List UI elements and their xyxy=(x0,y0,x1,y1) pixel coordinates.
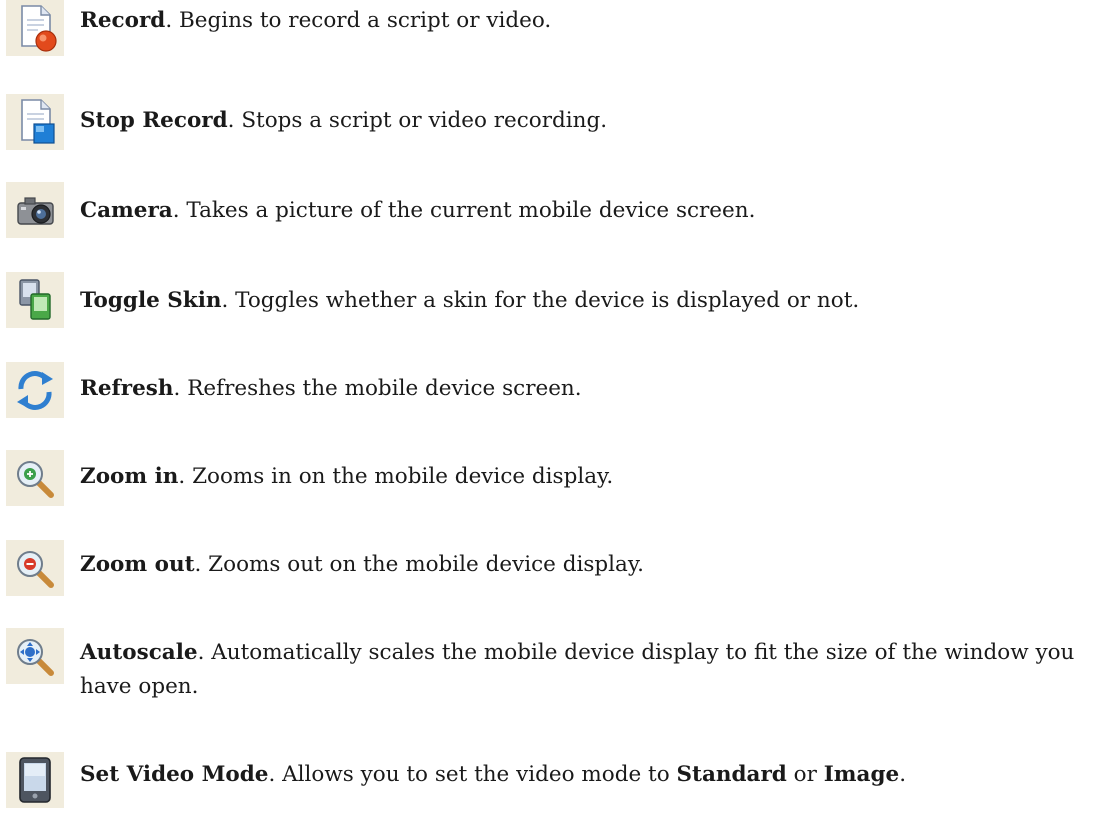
term-record: Record xyxy=(80,8,166,33)
camera-icon xyxy=(6,182,64,238)
toggle-skin-icon xyxy=(6,272,64,328)
term-zoom-out: Zoom out xyxy=(80,552,195,577)
desc-zoom-in: . Zooms in on the mobile device display. xyxy=(178,464,614,489)
term-refresh: Refresh xyxy=(80,376,174,401)
stop-record-icon xyxy=(6,94,64,150)
refresh-icon xyxy=(6,362,64,418)
zoom-out-icon xyxy=(6,540,64,596)
term-toggle-skin: Toggle Skin xyxy=(80,288,222,313)
term-autoscale: Autoscale xyxy=(80,640,198,665)
term-zoom-in: Zoom in xyxy=(80,464,179,489)
zoom-in-icon xyxy=(6,450,64,506)
option-image: Image xyxy=(823,762,900,787)
desc-set-video-mode: . Allows you to set the video mode to xyxy=(268,762,677,787)
desc-autoscale: . Automatically scales the mobile device… xyxy=(80,640,1075,699)
term-stop-record: Stop Record xyxy=(80,108,228,133)
option-standard: Standard xyxy=(676,762,787,787)
record-icon xyxy=(6,0,64,56)
desc-stop-record: . Stops a script or video recording. xyxy=(227,108,608,133)
desc-zoom-out: . Zooms out on the mobile device display… xyxy=(194,552,644,577)
desc-set-video-mode-end: . xyxy=(899,762,907,787)
desc-toggle-skin: . Toggles whether a skin for the device … xyxy=(221,288,860,313)
autoscale-icon xyxy=(6,628,64,684)
term-set-video-mode: Set Video Mode xyxy=(80,762,269,787)
set-video-mode-icon xyxy=(6,752,64,808)
desc-record: . Begins to record a script or video. xyxy=(165,8,552,33)
toolbar-icon-reference: Record. Begins to record a script or vid… xyxy=(0,0,1099,824)
desc-set-video-mode-or: or xyxy=(786,762,824,787)
desc-camera: . Takes a picture of the current mobile … xyxy=(172,198,756,223)
term-camera: Camera xyxy=(80,198,173,223)
desc-refresh: . Refreshes the mobile device screen. xyxy=(173,376,582,401)
